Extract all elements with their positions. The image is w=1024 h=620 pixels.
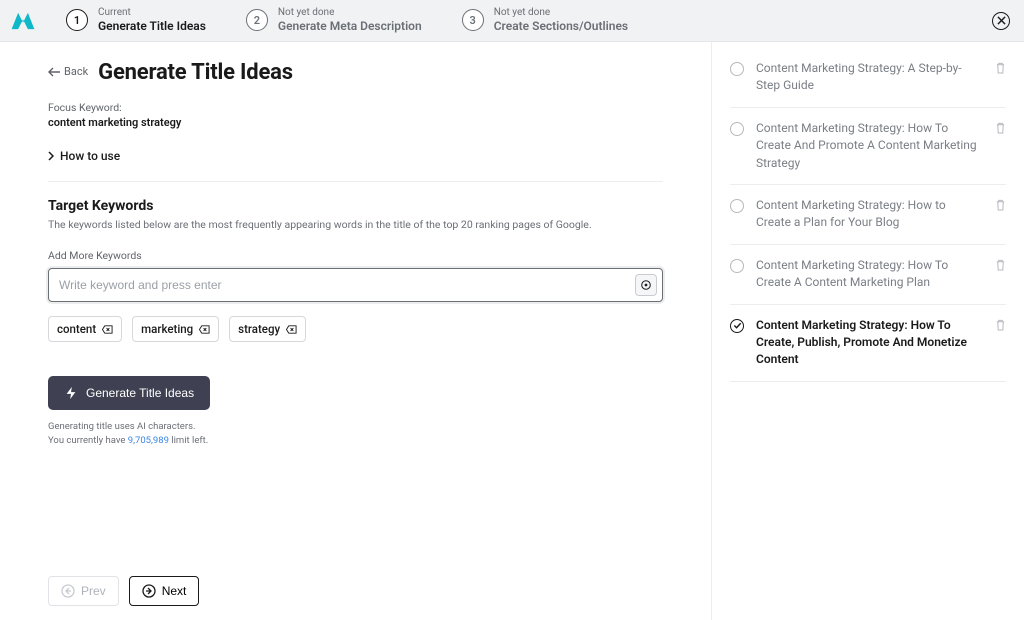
step-1[interactable]: 1 Current Generate Title Ideas — [66, 7, 206, 33]
keyword-input[interactable] — [48, 268, 663, 302]
step-number: 2 — [246, 9, 268, 31]
top-bar: 1 Current Generate Title Ideas 2 Not yet… — [0, 0, 1024, 42]
keyword-chip: marketing — [132, 316, 219, 342]
chevron-right-icon — [48, 151, 54, 161]
chip-remove-button[interactable] — [102, 324, 113, 335]
titles-list: Content Marketing Strategy: A Step-by-St… — [730, 60, 1006, 382]
title-item: Content Marketing Strategy: A Step-by-St… — [730, 60, 1006, 108]
prev-label: Prev — [81, 584, 106, 598]
generate-title-ideas-button[interactable]: Generate Title Ideas — [48, 376, 210, 410]
suggest-keywords-button[interactable] — [635, 274, 657, 296]
target-keywords-heading: Target Keywords — [48, 198, 663, 214]
title-delete-button[interactable] — [995, 62, 1006, 74]
title-item: Content Marketing Strategy: How To Creat… — [730, 108, 1006, 185]
keyword-chip: content — [48, 316, 122, 342]
main-panel: Back Generate Title Ideas Focus Keyword:… — [0, 42, 712, 620]
keyword-chip: strategy — [229, 316, 306, 342]
title-item: Content Marketing Strategy: How To Creat… — [730, 305, 1006, 382]
target-icon — [640, 279, 652, 291]
backspace-icon — [286, 324, 297, 335]
title-delete-button[interactable] — [995, 199, 1006, 211]
step-title: Generate Meta Description — [278, 19, 422, 33]
trash-icon — [995, 319, 1006, 331]
check-icon — [733, 321, 742, 330]
step-title: Create Sections/Outlines — [494, 19, 628, 33]
title-select-radio[interactable] — [730, 259, 744, 273]
step-title: Generate Title Ideas — [98, 19, 206, 33]
focus-keyword-value: content marketing strategy — [48, 116, 663, 129]
target-keywords-desc: The keywords listed below are the most f… — [48, 218, 663, 231]
title-select-radio[interactable] — [730, 62, 744, 76]
next-button[interactable]: Next — [129, 576, 200, 606]
arrow-left-icon — [48, 67, 60, 77]
bolt-icon — [64, 386, 78, 400]
title-delete-button[interactable] — [995, 319, 1006, 331]
step-status: Not yet done — [494, 7, 628, 19]
how-to-use-toggle[interactable]: How to use — [48, 149, 663, 182]
step-number: 3 — [462, 9, 484, 31]
focus-keyword-label: Focus Keyword: — [48, 101, 663, 114]
title-item: Content Marketing Strategy: How to Creat… — [730, 185, 1006, 245]
title-delete-button[interactable] — [995, 259, 1006, 271]
ai-credits-note: Generating title uses AI characters. You… — [48, 420, 663, 449]
back-label: Back — [64, 65, 88, 78]
step-3[interactable]: 3 Not yet done Create Sections/Outlines — [462, 7, 628, 33]
trash-icon — [995, 259, 1006, 271]
wizard-steps: 1 Current Generate Title Ideas 2 Not yet… — [66, 7, 972, 33]
add-keywords-label: Add More Keywords — [48, 249, 663, 262]
title-select-radio[interactable] — [730, 122, 744, 136]
trash-icon — [995, 122, 1006, 134]
step-status: Not yet done — [278, 7, 422, 19]
chip-label: strategy — [238, 322, 280, 336]
title-text[interactable]: Content Marketing Strategy: How To Creat… — [756, 120, 983, 172]
step-status: Current — [98, 7, 206, 19]
step-number: 1 — [66, 9, 88, 31]
step-2[interactable]: 2 Not yet done Generate Meta Description — [246, 7, 422, 33]
prev-button: Prev — [48, 576, 119, 606]
page-title: Generate Title Ideas — [98, 60, 293, 85]
target-keywords-section: Target Keywords The keywords listed belo… — [48, 198, 663, 449]
backspace-icon — [199, 324, 210, 335]
title-item: Content Marketing Strategy: How To Creat… — [730, 245, 1006, 305]
title-delete-button[interactable] — [995, 122, 1006, 134]
how-to-use-label: How to use — [60, 149, 120, 163]
backspace-icon — [102, 324, 113, 335]
arrow-left-circle-icon — [61, 584, 75, 598]
trash-icon — [995, 199, 1006, 211]
trash-icon — [995, 62, 1006, 74]
app-logo — [10, 8, 36, 34]
chip-remove-button[interactable] — [286, 324, 297, 335]
credits-remaining: 9,705,989 — [128, 435, 169, 446]
back-button[interactable]: Back — [48, 65, 88, 78]
generate-button-label: Generate Title Ideas — [86, 386, 194, 400]
title-select-radio[interactable] — [730, 199, 744, 213]
wizard-footer: Prev Next — [48, 576, 199, 606]
arrow-right-circle-icon — [142, 584, 156, 598]
keyword-chips: content marketing strategy — [48, 316, 663, 342]
chip-label: content — [57, 322, 96, 336]
generated-titles-panel: Content Marketing Strategy: A Step-by-St… — [712, 42, 1024, 620]
title-text[interactable]: Content Marketing Strategy: How to Creat… — [756, 197, 983, 232]
close-button[interactable] — [992, 12, 1010, 30]
title-text[interactable]: Content Marketing Strategy: How To Creat… — [756, 257, 983, 292]
chip-label: marketing — [141, 322, 193, 336]
title-text[interactable]: Content Marketing Strategy: How To Creat… — [756, 317, 983, 369]
title-text[interactable]: Content Marketing Strategy: A Step-by-St… — [756, 60, 983, 95]
chip-remove-button[interactable] — [199, 324, 210, 335]
close-icon — [997, 16, 1006, 25]
title-select-radio[interactable] — [730, 319, 744, 333]
next-label: Next — [162, 584, 187, 598]
